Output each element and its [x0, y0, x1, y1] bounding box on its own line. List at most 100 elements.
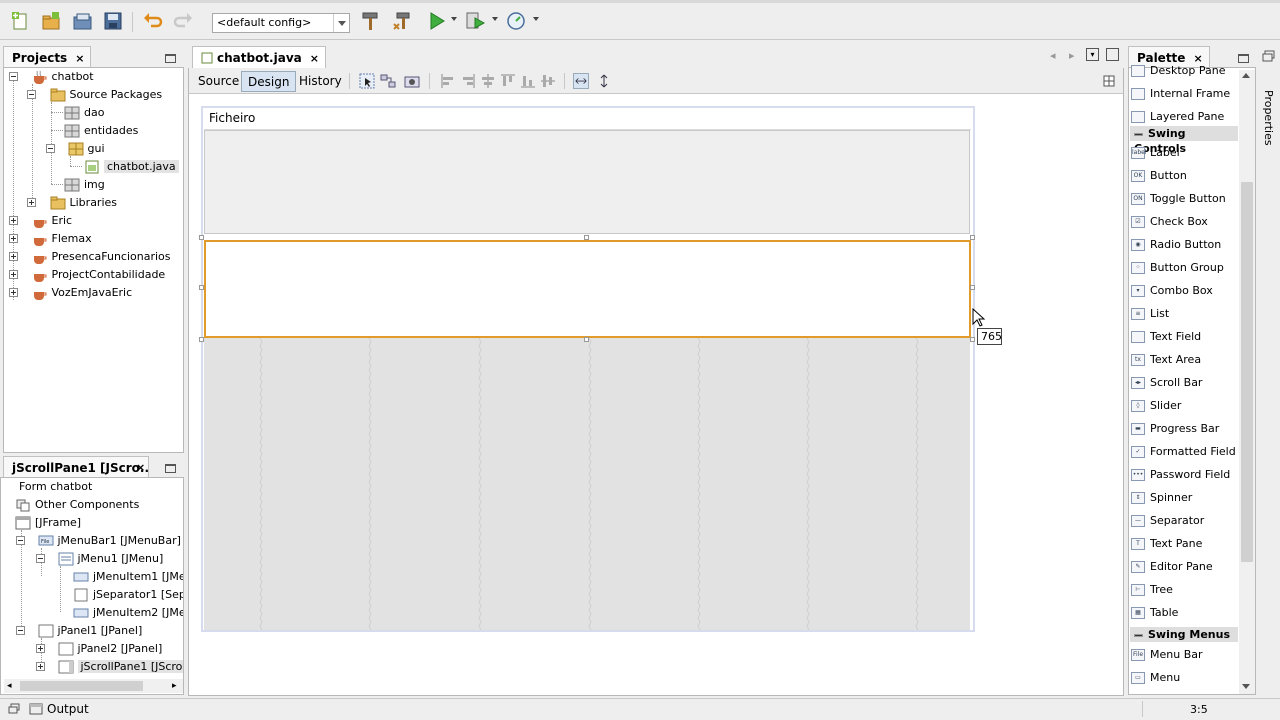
- connection-mode-icon[interactable]: [380, 73, 396, 89]
- scroll-down-icon[interactable]: [1242, 684, 1250, 689]
- palette-item-desktop-pane[interactable]: Desktop Pane: [1131, 62, 1225, 80]
- jscrollpane1-selected[interactable]: [204, 240, 971, 338]
- tree-item-project-contabilidade[interactable]: ProjectContabilidade: [8, 266, 165, 284]
- debug-icon[interactable]: [464, 10, 486, 32]
- profile-caret-icon[interactable]: [533, 17, 539, 21]
- tree-item-flemax[interactable]: Flemax: [8, 230, 92, 248]
- resize-handle[interactable]: [584, 337, 589, 342]
- palette-item-menu-bar[interactable]: File Menu Bar: [1131, 646, 1203, 664]
- expand-icon[interactable]: [9, 270, 18, 279]
- run-icon[interactable]: [426, 10, 448, 32]
- projects-tab[interactable]: Projects ×: [3, 46, 92, 68]
- config-dropdown[interactable]: <default config>: [212, 13, 350, 33]
- expand-icon[interactable]: [36, 662, 45, 671]
- palette-item-slider[interactable]: ◊ Slider: [1131, 397, 1181, 415]
- minimize-icon[interactable]: [1238, 54, 1249, 63]
- palette-item-radio-button[interactable]: ◉ Radio Button: [1131, 236, 1221, 254]
- resize-horizontal-icon[interactable]: [573, 73, 589, 89]
- center-vertical-icon[interactable]: [540, 73, 556, 89]
- resize-handle[interactable]: [970, 337, 975, 342]
- resize-handle[interactable]: [584, 235, 589, 240]
- redo-icon[interactable]: [172, 10, 194, 32]
- restore-window-icon[interactable]: [8, 703, 20, 715]
- clean-build-icon[interactable]: [392, 10, 414, 32]
- expand-icon[interactable]: [9, 216, 18, 225]
- new-file-icon[interactable]: [10, 10, 32, 32]
- jpanel1-area[interactable]: [204, 338, 970, 630]
- editor-options-icon[interactable]: [1103, 75, 1115, 87]
- scroll-up-icon[interactable]: [1242, 73, 1250, 78]
- nav-item-jscrollpane1[interactable]: jScrollPane1 [JScrollPa: [35, 658, 183, 676]
- navigator-tab[interactable]: jScrollPane1 [JScro... ×: [3, 456, 149, 478]
- tab-chatbot-java[interactable]: chatbot.java ×: [192, 46, 326, 68]
- palette-item-spinner[interactable]: ⇕ Spinner: [1131, 489, 1192, 507]
- expand-icon[interactable]: [27, 198, 36, 207]
- palette-item-layered-pane[interactable]: Layered Pane: [1131, 108, 1224, 126]
- tree-item-presenca-funcionarios[interactable]: PresencaFuncionarios: [8, 248, 171, 266]
- show-opened-docs-icon[interactable]: ▾: [1086, 48, 1099, 61]
- scroll-tabs-left-icon[interactable]: ◂: [1050, 49, 1056, 62]
- palette-scroll-thumb[interactable]: [1241, 182, 1253, 562]
- output-tab[interactable]: Output: [47, 702, 89, 716]
- palette-item-check-box[interactable]: ☑ Check Box: [1131, 213, 1208, 231]
- expand-icon[interactable]: [9, 288, 18, 297]
- expand-icon[interactable]: [9, 234, 18, 243]
- nav-item-jframe[interactable]: [JFrame]: [15, 514, 81, 532]
- palette-item-scroll-bar[interactable]: ◂▸ Scroll Bar: [1131, 374, 1202, 392]
- palette-item-editor-pane[interactable]: ✎ Editor Pane: [1131, 558, 1213, 576]
- nav-item-jpanel2[interactable]: jPanel2 [JPanel]: [35, 640, 162, 658]
- tree-item-dao[interactable]: dao: [64, 104, 104, 122]
- collapse-icon[interactable]: [16, 626, 25, 635]
- resize-handle[interactable]: [199, 285, 204, 290]
- view-source-button[interactable]: Source: [192, 71, 245, 92]
- nav-item-jmenubar1[interactable]: File jMenuBar1 [JMenuBar]: [15, 532, 181, 550]
- resize-handle[interactable]: [970, 285, 975, 290]
- collapse-icon[interactable]: [46, 144, 55, 153]
- output-window-icon[interactable]: [29, 702, 43, 716]
- palette-item-text-field[interactable]: Text Field: [1131, 328, 1201, 346]
- align-bottom-icon[interactable]: [520, 73, 536, 89]
- palette-item-list[interactable]: ≡ List: [1131, 305, 1169, 323]
- properties-side-tab[interactable]: Properties: [1262, 90, 1275, 146]
- tree-item-chatbot[interactable]: chatbot: [8, 68, 94, 86]
- nav-item-jmenuitem1[interactable]: jMenuItem1 [JMen: [73, 568, 183, 586]
- palette-item-toggle-button[interactable]: ON Toggle Button: [1131, 190, 1226, 208]
- debug-caret-icon[interactable]: [492, 17, 498, 21]
- profile-icon[interactable]: [505, 10, 527, 32]
- view-history-button[interactable]: History: [293, 71, 348, 92]
- palette-item-password-field[interactable]: ••• Password Field: [1131, 466, 1230, 484]
- save-all-icon[interactable]: [102, 10, 124, 32]
- restore-window-icon[interactable]: [1262, 50, 1275, 62]
- scroll-left-icon[interactable]: ◂: [7, 681, 12, 691]
- nav-item-jmenuitem2[interactable]: jMenuItem2 [JMen: [73, 604, 183, 622]
- tree-item-img[interactable]: img: [64, 176, 105, 194]
- new-project-icon[interactable]: [40, 10, 62, 32]
- tree-item-libraries[interactable]: Libraries: [26, 194, 117, 212]
- palette-category-swing-menus[interactable]: Swing Menus: [1130, 627, 1238, 642]
- collapse-icon[interactable]: [9, 72, 18, 81]
- palette-item-combo-box[interactable]: ▾ Combo Box: [1131, 282, 1213, 300]
- build-hammer-icon[interactable]: [360, 10, 382, 32]
- close-icon[interactable]: ×: [310, 52, 319, 65]
- palette-item-text-pane[interactable]: T Text Pane: [1131, 535, 1202, 553]
- nav-item-jseparator1[interactable]: jSeparator1 [Sepa: [73, 586, 183, 604]
- tree-item-gui[interactable]: gui: [45, 140, 105, 158]
- navigator-hscroll-thumb[interactable]: [20, 681, 143, 691]
- nav-item-other-components[interactable]: Other Components: [15, 496, 139, 514]
- tree-item-source-packages[interactable]: Source Packages: [26, 86, 162, 104]
- minimize-icon[interactable]: [165, 464, 176, 473]
- maximize-icon[interactable]: [1106, 48, 1119, 61]
- align-top-icon[interactable]: [500, 73, 516, 89]
- palette-item-menu[interactable]: ▭ Menu: [1131, 669, 1180, 687]
- preview-design-icon[interactable]: [404, 73, 420, 89]
- collapse-icon[interactable]: [16, 536, 25, 545]
- minimize-icon[interactable]: [165, 54, 176, 63]
- run-caret-icon[interactable]: [451, 17, 457, 21]
- tree-item-voz-em-java-eric[interactable]: VozEmJavaEric: [8, 284, 132, 302]
- align-right-icon[interactable]: [460, 73, 476, 89]
- palette-item-tree[interactable]: ⊢ Tree: [1131, 581, 1173, 599]
- expand-icon[interactable]: [36, 644, 45, 653]
- palette-item-button[interactable]: OK Button: [1131, 167, 1187, 185]
- selection-mode-icon[interactable]: [359, 73, 375, 89]
- tree-item-eric[interactable]: Eric: [8, 212, 72, 230]
